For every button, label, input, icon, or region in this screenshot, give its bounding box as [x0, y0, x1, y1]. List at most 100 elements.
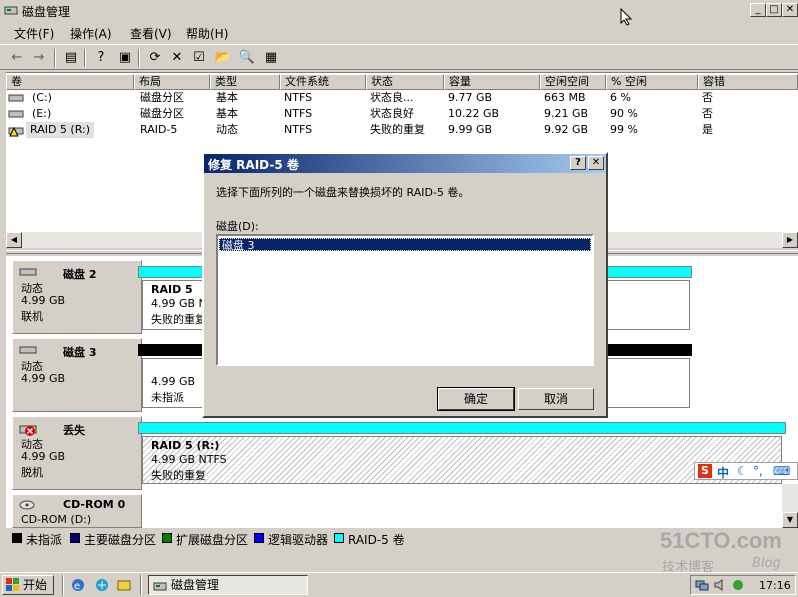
disk-label-missing[interactable]: 丢失 动态 4.99 GB 脱机 — [12, 416, 142, 490]
ime-punctuation-icon[interactable]: °, — [753, 464, 763, 478]
forward-arrow-icon[interactable]: → — [30, 49, 48, 67]
disk-label-disk2[interactable]: 磁盘 2 动态 4.99 GB 联机 — [12, 260, 142, 334]
table-cell: 否 — [702, 107, 713, 120]
legend-label: 扩展磁盘分区 — [176, 533, 249, 547]
help-icon[interactable]: ? — [92, 49, 110, 67]
column-header-free-space[interactable]: 空闲空间 — [540, 74, 606, 90]
scroll-left-icon[interactable]: ◀ — [6, 232, 22, 248]
table-cell: RAID-5 — [140, 123, 178, 136]
taskbar-item-disk-management[interactable]: 磁盘管理 — [148, 575, 308, 595]
taskbar-separator — [140, 575, 142, 595]
scroll-down-icon[interactable]: ▼ — [782, 512, 798, 528]
ime-toolbar[interactable]: S 中 ☾ °, ⌨ — [694, 462, 798, 480]
table-cell: 663 MB — [544, 91, 586, 104]
disk-status: 脱机 — [21, 466, 43, 479]
table-cell[interactable]: (C:) — [32, 90, 52, 106]
raid-warning-drive-icon — [8, 125, 24, 140]
legend-swatch-unallocated — [12, 533, 22, 543]
table-cell: 状态良... — [370, 91, 414, 104]
vertical-scrollbar[interactable]: ▼ — [782, 484, 798, 528]
partition-status: 失败的重复 — [151, 313, 206, 326]
toolbar-separator — [54, 49, 56, 67]
delete-icon[interactable]: ✕ — [168, 49, 186, 67]
back-arrow-icon[interactable]: ← — [8, 49, 26, 67]
disk-label-disk3[interactable]: 磁盘 3 动态 4.99 GB — [12, 338, 142, 412]
disk-listbox[interactable]: 磁盘 3 — [216, 234, 594, 366]
partition-missing-raid5[interactable]: RAID 5 (R:) 4.99 GB NTFS 失败的重复 — [142, 436, 782, 484]
toolbar: ← → ▤ ? ▣ ⟳ ✕ ☑ 📂 🔍 ▦ — [0, 44, 798, 70]
menu-view[interactable]: 查看(V) — [130, 25, 172, 42]
table-cell: 动态 — [216, 123, 238, 136]
menu-action[interactable]: 操作(A) — [70, 25, 112, 42]
table-cell: 10.22 GB — [448, 107, 500, 120]
table-cell: 是 — [702, 123, 713, 136]
disk-size: 4.99 GB — [21, 450, 66, 463]
close-button[interactable]: ✕ — [782, 3, 798, 17]
find-icon[interactable]: 🔍 — [238, 49, 256, 67]
table-cell[interactable]: RAID 5 (R:) — [26, 122, 95, 138]
table-cell: 99 % — [610, 123, 638, 136]
window-title: 磁盘管理 — [22, 5, 71, 19]
security-icon[interactable] — [731, 578, 745, 595]
ie-icon[interactable]: e — [70, 577, 86, 596]
menu-file[interactable]: 文件(F) — [14, 25, 54, 42]
ime-halfwidth-icon[interactable]: ☾ — [737, 464, 748, 478]
repair-raid5-dialog: 修复 RAID-5 卷 ? ✕ 选择下面所列的一个磁盘来替换损坏的 RAID-5… — [202, 152, 608, 418]
console-tree-icon[interactable]: ▤ — [62, 49, 80, 67]
disk-label-cdrom[interactable]: CD-ROM 0 CD-ROM (D:) — [12, 494, 142, 528]
ime-chinese-mode-icon[interactable]: 中 — [717, 464, 729, 481]
volume-icon[interactable] — [713, 578, 727, 595]
taskbar: 开始 e 磁盘管理 17:16 — [0, 572, 798, 596]
table-cell: 6 % — [610, 91, 631, 104]
refresh-icon[interactable]: ⟳ — [146, 49, 164, 67]
clock: 17:16 — [759, 579, 791, 592]
menu-bar: 文件(F) 操作(A) 查看(V) 帮助(H) — [0, 22, 798, 42]
disk-name: 丢失 — [63, 424, 85, 437]
column-header-status[interactable]: 状态 — [366, 74, 444, 90]
open-folder-icon[interactable]: 📂 — [214, 49, 232, 67]
sogou-ime-icon[interactable]: S — [698, 464, 712, 478]
disk-list-label: 磁盘(D): — [216, 220, 259, 233]
cdrom-icon — [19, 499, 35, 514]
scroll-right-icon[interactable]: ▶ — [782, 232, 798, 248]
ok-button[interactable]: 确定 — [437, 387, 515, 411]
cancel-button[interactable]: 取消 — [518, 388, 594, 410]
help-button[interactable]: ? — [570, 156, 586, 170]
partition-size: 4.99 GB N — [151, 297, 207, 310]
list-item[interactable]: 磁盘 3 — [219, 238, 591, 252]
partition-status: 失败的重复 — [151, 469, 206, 482]
dialog-close-button[interactable]: ✕ — [588, 156, 604, 170]
disk-view-icon[interactable]: ▦ — [262, 49, 280, 67]
outlook-express-icon[interactable] — [94, 577, 110, 596]
table-cell: 9.77 GB — [448, 91, 493, 104]
network-icon[interactable] — [695, 578, 709, 595]
column-header-capacity[interactable]: 容量 — [444, 74, 540, 90]
check-icon[interactable]: ☑ — [190, 49, 208, 67]
column-header-filesystem[interactable]: 文件系统 — [280, 74, 366, 90]
table-cell: 9.92 GB — [544, 123, 589, 136]
maximize-button[interactable]: □ — [766, 3, 782, 17]
start-button[interactable]: 开始 — [2, 575, 54, 595]
column-header-percent-free[interactable]: % 空闲 — [606, 74, 698, 90]
menu-help[interactable]: 帮助(H) — [186, 25, 228, 42]
table-cell: 磁盘分区 — [140, 91, 184, 104]
start-label: 开始 — [23, 578, 48, 592]
column-header-volume[interactable]: 卷 — [6, 74, 134, 90]
disk-name: 磁盘 2 — [63, 268, 97, 281]
dialog-instruction: 选择下面所列的一个磁盘来替换损坏的 RAID-5 卷。 — [216, 186, 470, 199]
system-tray: 17:16 — [690, 575, 796, 595]
column-header-fault-tolerance[interactable]: 容错 — [698, 74, 798, 90]
windows-logo-icon — [6, 578, 20, 597]
column-header-layout[interactable]: 布局 — [134, 74, 210, 90]
properties-icon[interactable]: ▣ — [116, 49, 134, 67]
ime-keyboard-icon[interactable]: ⌨ — [773, 464, 790, 478]
minimize-button[interactable]: _ — [750, 3, 766, 17]
partition-size: 4.99 GB — [151, 375, 196, 388]
partition-title: RAID 5 — [151, 283, 193, 296]
explorer-icon[interactable] — [116, 577, 132, 596]
taskbar-item-label: 磁盘管理 — [171, 578, 220, 592]
table-cell[interactable]: (E:) — [32, 106, 51, 122]
column-header-type[interactable]: 类型 — [210, 74, 280, 90]
table-cell: 失败的重复 — [370, 123, 425, 136]
legend-swatch-logical — [254, 533, 264, 543]
